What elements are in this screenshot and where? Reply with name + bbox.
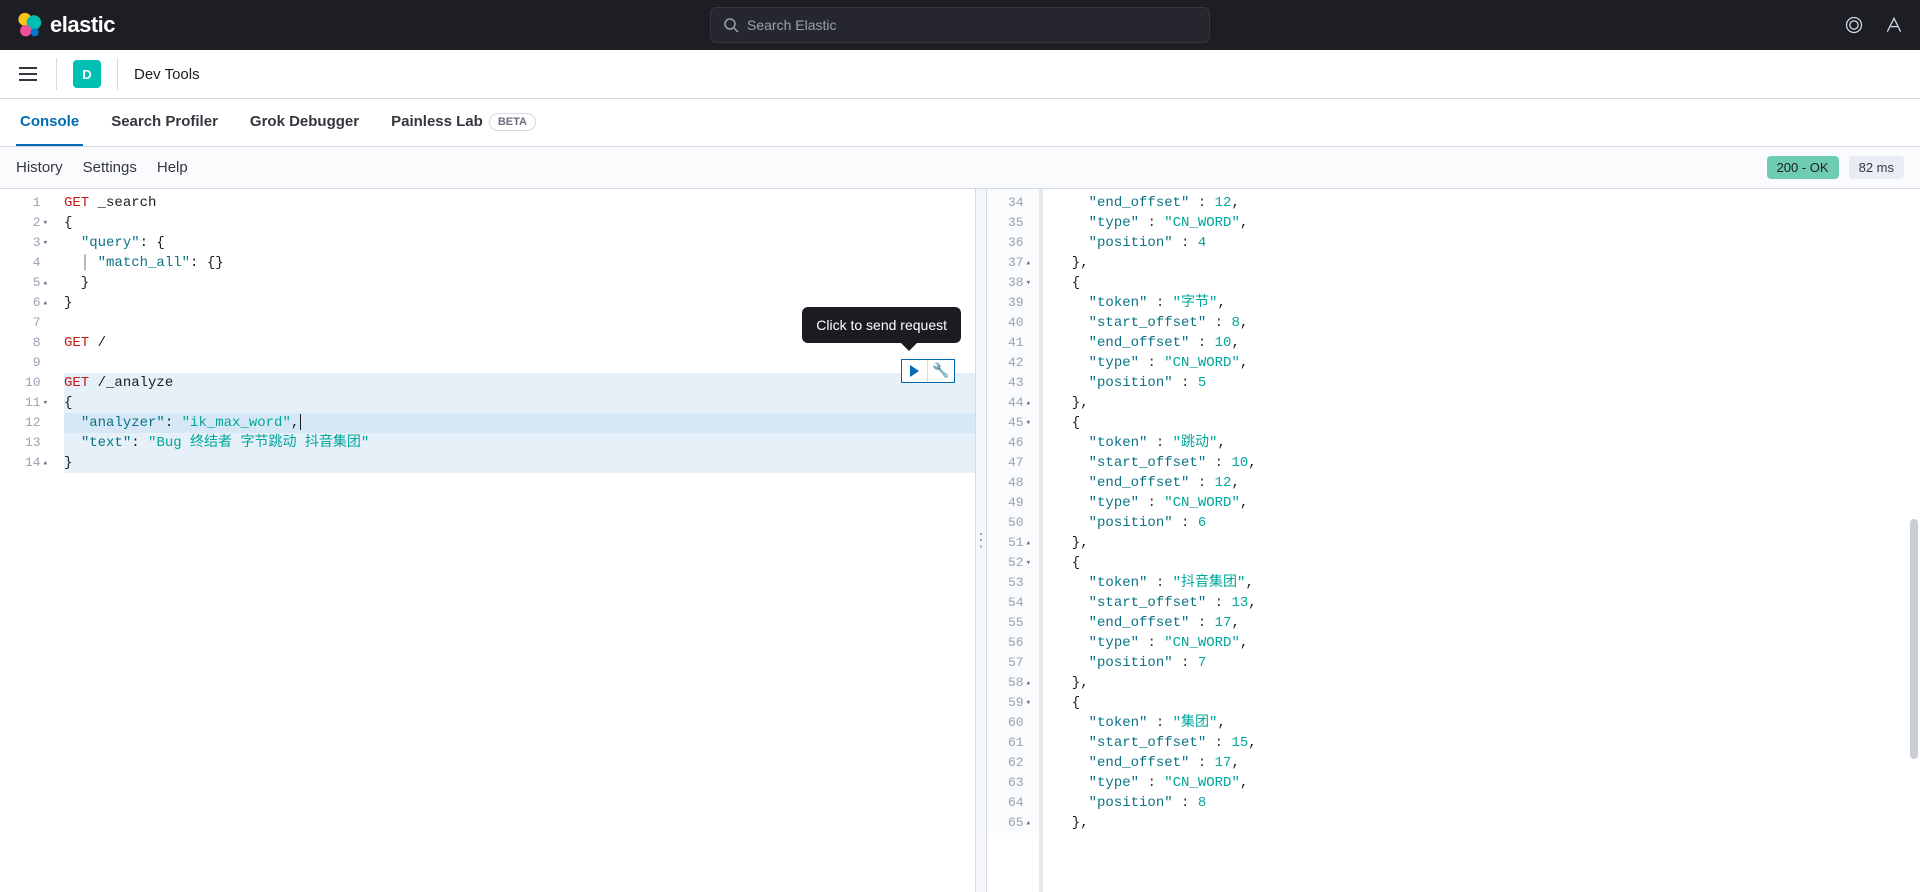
response-gutter: 34 35 36 37 ▴38 ▾39 40 41 42 43 44 ▴45 ▾… [987,189,1039,833]
play-icon [910,365,919,377]
response-code[interactable]: "end_offset" : 12, "type" : "CN_WORD", "… [1047,189,1920,833]
time-badge: 82 ms [1849,156,1904,179]
help-button[interactable]: Help [157,159,188,176]
request-pane[interactable]: 1 2 ▾3 ▾4 5 ▴6 ▴7 8 9 10 11 ▾12 13 14 ▴ … [0,189,975,892]
console-toolbar: History Settings Help 200 - OK 82 ms [0,147,1920,189]
tab-painless-label: Painless Lab [391,113,483,130]
help-icon[interactable] [1844,15,1864,35]
newsfeed-icon[interactable] [1884,15,1904,35]
response-pane[interactable]: 34 35 36 37 ▴38 ▾39 40 41 42 43 44 ▴45 ▾… [987,189,1920,892]
app-badge[interactable]: D [73,60,101,88]
editors: 1 2 ▾3 ▾4 5 ▴6 ▴7 8 9 10 11 ▾12 13 14 ▴ … [0,189,1920,892]
search-icon [723,17,739,33]
global-search[interactable] [710,7,1210,43]
pane-resizer[interactable] [975,189,987,892]
brand-text: elastic [50,12,115,38]
beta-badge: BETA [489,113,536,131]
tab-search-profiler[interactable]: Search Profiler [107,99,222,146]
header-actions [1844,15,1904,35]
response-scrollbar[interactable] [1910,519,1918,759]
divider [56,58,57,90]
dev-tools-tabs: Console Search Profiler Grok Debugger Pa… [0,99,1920,147]
request-options-button[interactable]: 🔧 [928,360,954,382]
settings-button[interactable]: Settings [83,159,137,176]
status-badge: 200 - OK [1767,156,1839,179]
request-gutter: 1 2 ▾3 ▾4 5 ▴6 ▴7 8 9 10 11 ▾12 13 14 ▴ [0,189,56,473]
divider [117,58,118,90]
top-header: elastic [0,0,1920,50]
nav-toggle-icon[interactable] [16,62,40,86]
sub-header: D Dev Tools [0,50,1920,99]
search-input[interactable] [747,17,1197,33]
toolbar-status: 200 - OK 82 ms [1767,156,1904,179]
tab-grok-debugger[interactable]: Grok Debugger [246,99,363,146]
tab-painless-lab[interactable]: Painless Lab BETA [387,99,540,146]
logo[interactable]: elastic [16,12,115,38]
breadcrumb[interactable]: Dev Tools [134,66,200,83]
tab-console[interactable]: Console [16,99,83,146]
response-gutter-border [1039,189,1043,892]
send-request-button[interactable] [902,360,928,382]
history-button[interactable]: History [16,159,63,176]
send-request-tooltip: Click to send request [802,307,961,343]
wrench-icon: 🔧 [932,363,949,380]
elastic-logo-icon [16,12,42,38]
request-actions: 🔧 [901,359,955,383]
